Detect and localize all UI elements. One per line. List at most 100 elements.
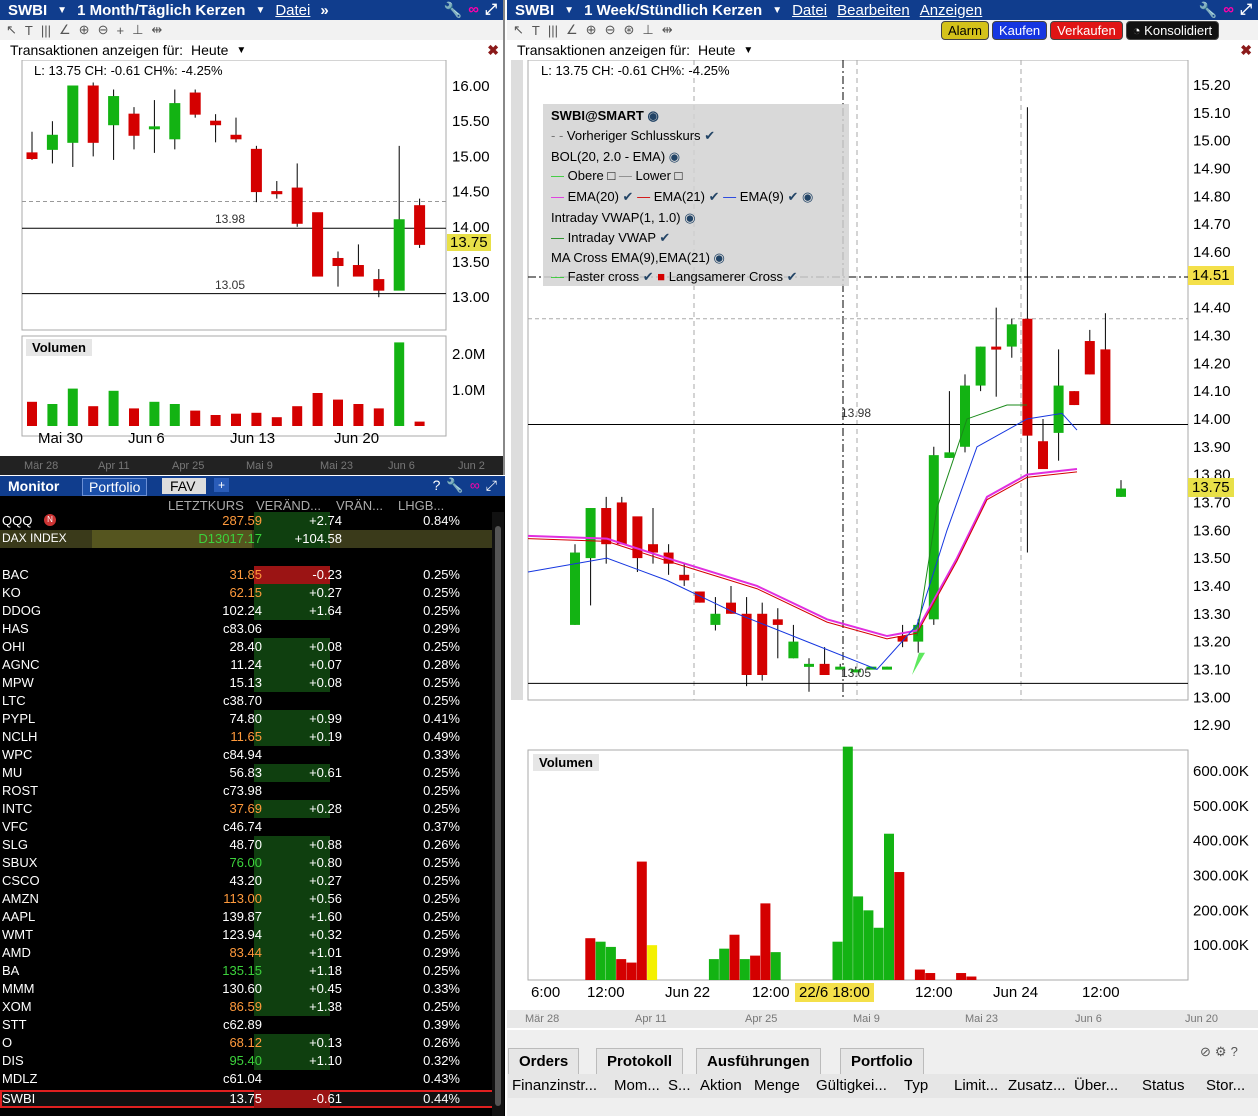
monitor-row[interactable]: AMD 83.44 +1.01 0.29% <box>0 944 504 962</box>
monitor-row[interactable]: CSCO 43.20 +0.27 0.25% <box>0 872 504 890</box>
monitor-row[interactable]: MU 56.83 +0.61 0.25% <box>0 764 504 782</box>
monitor-row[interactable] <box>0 548 504 566</box>
left-chart-svg[interactable]: 16.0015.5015.0014.5014.0013.5013.00 <box>0 60 503 475</box>
monitor-row[interactable]: MDLZ c61.04 0.43% <box>0 1070 504 1088</box>
detach-icon[interactable]: ⤢ <box>1240 1 1252 19</box>
right-dropdown-icon[interactable]: ▼ <box>564 5 574 16</box>
settings-icon[interactable]: ⚙ <box>1215 1044 1227 1060</box>
monitor-row[interactable]: INTC 37.69 +0.28 0.25% <box>0 800 504 818</box>
check-icon[interactable]: ✔ <box>787 189 798 204</box>
orders-column-header[interactable]: Mom... <box>614 1077 660 1094</box>
monitor-row[interactable]: WMT 123.94 +0.32 0.25% <box>0 926 504 944</box>
bar-icon[interactable]: ||| <box>41 23 51 38</box>
monitor-row[interactable]: STT c62.89 0.39% <box>0 1016 504 1034</box>
monitor-row[interactable]: XOM 86.59 +1.38 0.25% <box>0 998 504 1016</box>
wrench-icon[interactable]: 🔧 <box>444 1 463 19</box>
consolidated-button[interactable]: ◔ Konsolidiert <box>1125 21 1220 40</box>
bar-icon[interactable]: ||| <box>548 23 558 38</box>
left-period-dropdown-icon[interactable]: ▼ <box>255 5 265 16</box>
help-icon[interactable]: ? <box>433 477 441 494</box>
left-close-icon[interactable]: ✖ <box>487 42 499 59</box>
monitor-row[interactable]: BA 135.15 +1.18 0.25% <box>0 962 504 980</box>
angle-icon[interactable]: ∠ <box>566 22 578 38</box>
help-icon[interactable]: ? <box>1231 1044 1238 1060</box>
monitor-row[interactable]: HAS c83.06 0.29% <box>0 620 504 638</box>
monitor-row[interactable]: LTC c38.70 0.25% <box>0 692 504 710</box>
menu-bearbeiten[interactable]: Bearbeiten <box>837 2 910 19</box>
monitor-row[interactable]: SBUX 76.00 +0.80 0.25% <box>0 854 504 872</box>
monitor-row[interactable]: DDOG 102.24 +1.64 0.25% <box>0 602 504 620</box>
left-period[interactable]: 1 Month/Täglich Kerzen <box>77 2 245 19</box>
sell-button[interactable]: Verkaufen <box>1050 21 1123 40</box>
alarm-button[interactable]: Alarm <box>941 21 989 40</box>
col-last[interactable]: LETZTKURS <box>168 498 244 513</box>
tab-protokoll[interactable]: Protokoll <box>596 1048 684 1074</box>
orders-column-header[interactable]: Limit... <box>954 1077 998 1094</box>
orders-column-header[interactable]: Typ <box>904 1077 928 1094</box>
filter-icon[interactable]: ⊘ <box>1200 1044 1211 1060</box>
left-tx-value[interactable]: Heute <box>191 42 228 58</box>
crosshair-icon[interactable]: + <box>116 23 124 38</box>
orders-column-header[interactable]: Gültigkei... <box>816 1077 887 1094</box>
right-scrollbar[interactable]: Mär 28 Apr 11 Apr 25 Mai 9 Mai 23 Jun 6 … <box>507 1010 1258 1028</box>
wrench-icon[interactable]: 🔧 <box>446 477 463 494</box>
col-spread[interactable]: LHGB... <box>398 498 444 513</box>
zoom-in-icon[interactable]: ⊕ <box>586 22 597 38</box>
left-dropdown-icon[interactable]: ▼ <box>57 5 67 16</box>
right-tx-value[interactable]: Heute <box>698 42 735 58</box>
left-menu-datei[interactable]: Datei <box>275 2 310 19</box>
orders-column-header[interactable]: Finanzinstr... <box>512 1077 597 1094</box>
globe-icon[interactable]: ◉ <box>669 149 680 164</box>
orders-column-header[interactable]: Über... <box>1074 1077 1118 1094</box>
cursor-icon[interactable]: ↖ <box>513 22 524 38</box>
right-tx-dropdown-icon[interactable]: ▼ <box>743 45 753 56</box>
monitor-row[interactable]: AMZN 113.00 +0.56 0.25% <box>0 890 504 908</box>
detach-icon[interactable]: ⤢ <box>486 477 497 494</box>
text-icon[interactable]: T <box>25 23 33 38</box>
orders-column-header[interactable]: Zusatz... <box>1008 1077 1066 1094</box>
monitor-row[interactable]: QQQ 287.59 +2.74 0.84% N <box>0 512 504 530</box>
right-close-icon[interactable]: ✖ <box>1240 42 1252 59</box>
expand-icon[interactable]: ⇹ <box>151 22 162 38</box>
link-icon[interactable]: ∞ <box>1223 1 1234 19</box>
orders-column-header[interactable]: Aktion <box>700 1077 742 1094</box>
orders-column-header[interactable]: Status <box>1142 1077 1185 1094</box>
left-symbol[interactable]: SWBI <box>8 2 47 19</box>
check-icon[interactable]: ✔ <box>643 269 654 284</box>
link-icon[interactable]: ∞ <box>468 1 479 19</box>
tab-add[interactable]: + <box>214 478 230 492</box>
col-change[interactable]: VERÄND... <box>256 498 321 513</box>
zoom-out-icon[interactable]: ⊖ <box>605 22 616 38</box>
angle-icon[interactable]: ∠ <box>59 22 71 38</box>
zoom-in-icon[interactable]: ⊕ <box>79 22 90 38</box>
right-symbol[interactable]: SWBI <box>515 2 554 19</box>
wrench-icon[interactable]: 🔧 <box>1199 1 1218 19</box>
globe-icon[interactable]: ◉ <box>647 108 658 123</box>
tab-ausfuehrungen[interactable]: Ausführungen <box>696 1048 821 1074</box>
monitor-row[interactable]: DAX INDEX D13017.17 +104.58 <box>0 530 504 548</box>
zoom-out-icon[interactable]: ⊖ <box>98 22 109 38</box>
monitor-row[interactable]: O 68.12 +0.13 0.26% <box>0 1034 504 1052</box>
monitor-row[interactable]: KO 62.15 +0.27 0.25% <box>0 584 504 602</box>
tab-orders-portfolio[interactable]: Portfolio <box>840 1048 924 1074</box>
news-icon[interactable]: N <box>44 514 56 526</box>
monitor-row[interactable]: SWBI 13.75 -0.61 0.44% <box>0 1090 504 1108</box>
globe-icon[interactable]: ◉ <box>802 189 813 204</box>
monitor-row[interactable]: VFC c46.74 0.37% <box>0 818 504 836</box>
globe-icon[interactable]: ◉ <box>684 210 695 225</box>
menu-datei[interactable]: Datei <box>792 2 827 19</box>
check-icon[interactable]: ✔ <box>659 230 670 245</box>
buy-button[interactable]: Kaufen <box>991 21 1048 40</box>
monitor-row[interactable]: BAC 31.85 -0.23 0.25% <box>0 566 504 584</box>
monitor-row[interactable]: MPW 15.13 +0.08 0.25% <box>0 674 504 692</box>
monitor-row[interactable]: DIS 95.40 +1.10 0.32% <box>0 1052 504 1070</box>
menu-anzeigen[interactable]: Anzeigen <box>920 2 983 19</box>
tab-fav[interactable]: FAV <box>162 478 206 494</box>
monitor-row[interactable]: AAPL 139.87 +1.60 0.25% <box>0 908 504 926</box>
legend-prev-close[interactable]: - - Vorheriger Schlusskurs ✔ <box>551 128 715 144</box>
orders-column-header[interactable]: S... <box>668 1077 691 1094</box>
more-icon[interactable]: » <box>320 2 328 19</box>
detach-icon[interactable]: ⤢ <box>485 1 497 19</box>
check-icon[interactable]: ✔ <box>704 128 715 143</box>
tab-portfolio[interactable]: Portfolio <box>82 478 148 496</box>
